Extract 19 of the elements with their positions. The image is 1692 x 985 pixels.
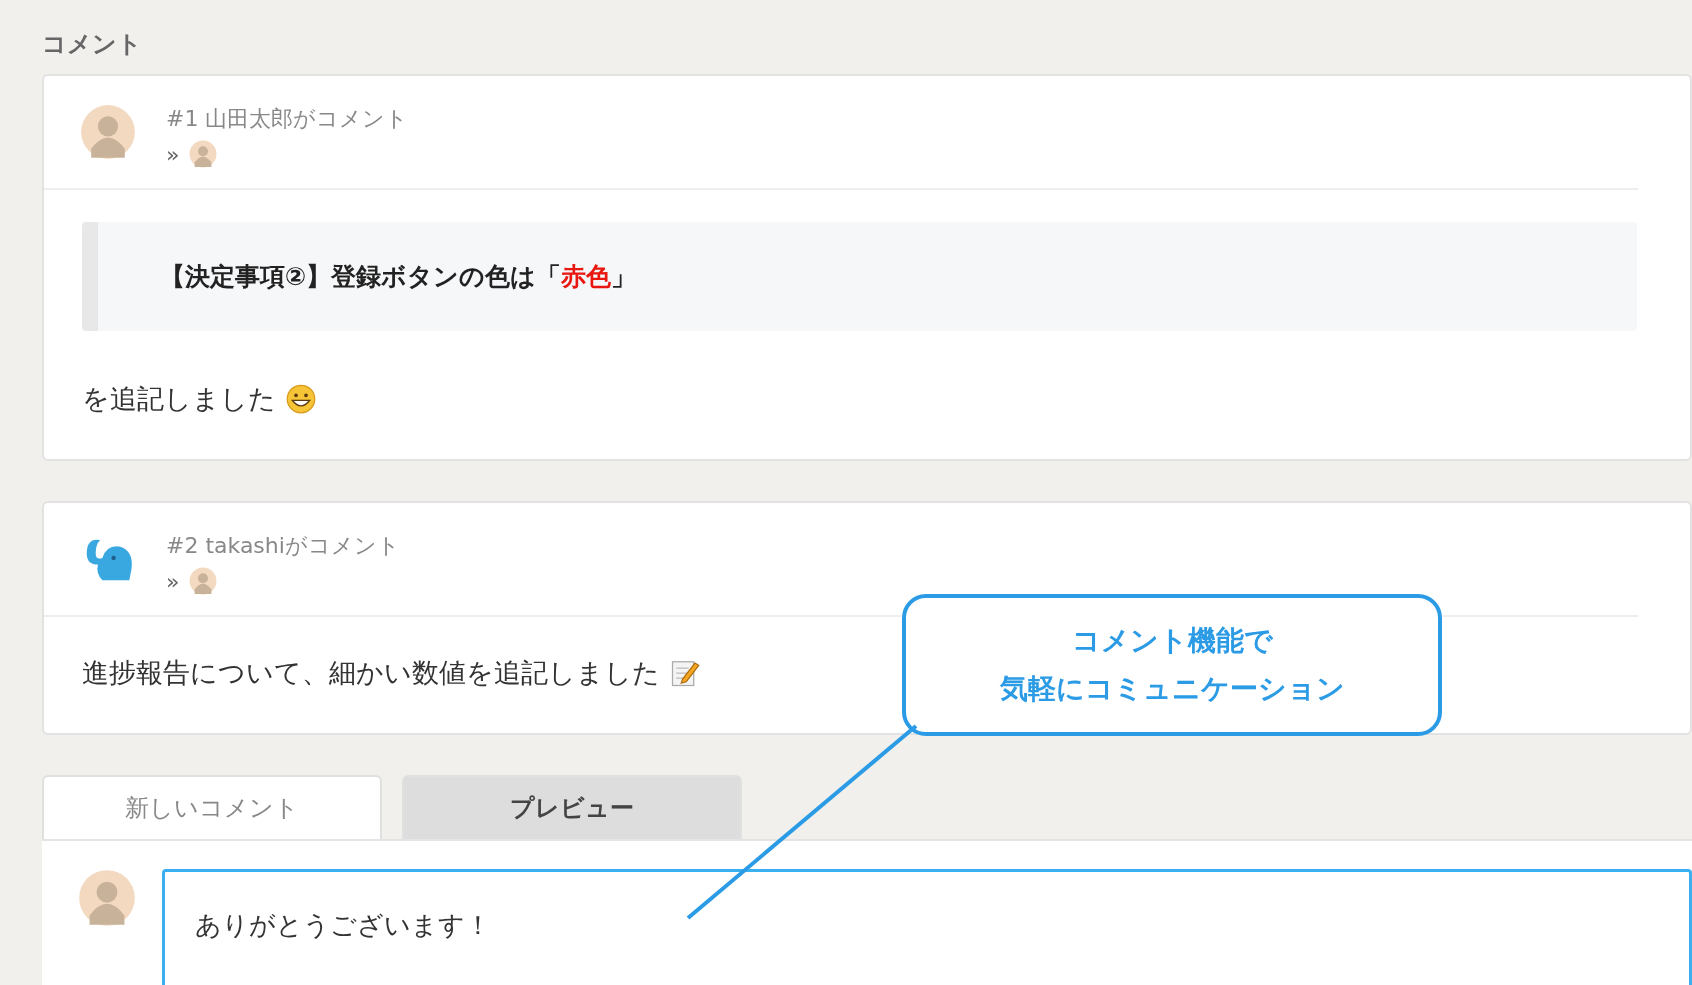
avatar-icon <box>78 869 136 927</box>
comment-title: #1 山田太郎がコメント <box>166 105 409 133</box>
avatar-icon <box>189 140 218 168</box>
comment-text: 進捗報告について、細かい数値を追記しました <box>82 656 660 690</box>
section-title: コメント <box>42 29 143 60</box>
callout-text: コメント機能で <box>1071 623 1273 659</box>
comment-input-field[interactable]: ありがとうございます！ <box>162 869 1692 985</box>
comment-text: を追記しました <box>82 382 276 416</box>
tab[interactable]: 新しいコメント <box>42 775 382 839</box>
tab[interactable]: プレビュー <box>402 775 742 839</box>
reply-marker: » <box>166 568 180 594</box>
quote-text: 【決定事項②】登録ボタンの色は「赤色」 <box>160 261 638 293</box>
avatar-icon <box>189 567 218 595</box>
callout-text: 気軽にコミュニケーション <box>999 671 1345 707</box>
memo-pencil-icon <box>670 658 700 688</box>
reply-marker: » <box>166 141 180 167</box>
comment-title: #2 takashiがコメント <box>166 532 400 560</box>
smiley-icon <box>286 384 316 414</box>
avatar-icon <box>80 104 136 160</box>
